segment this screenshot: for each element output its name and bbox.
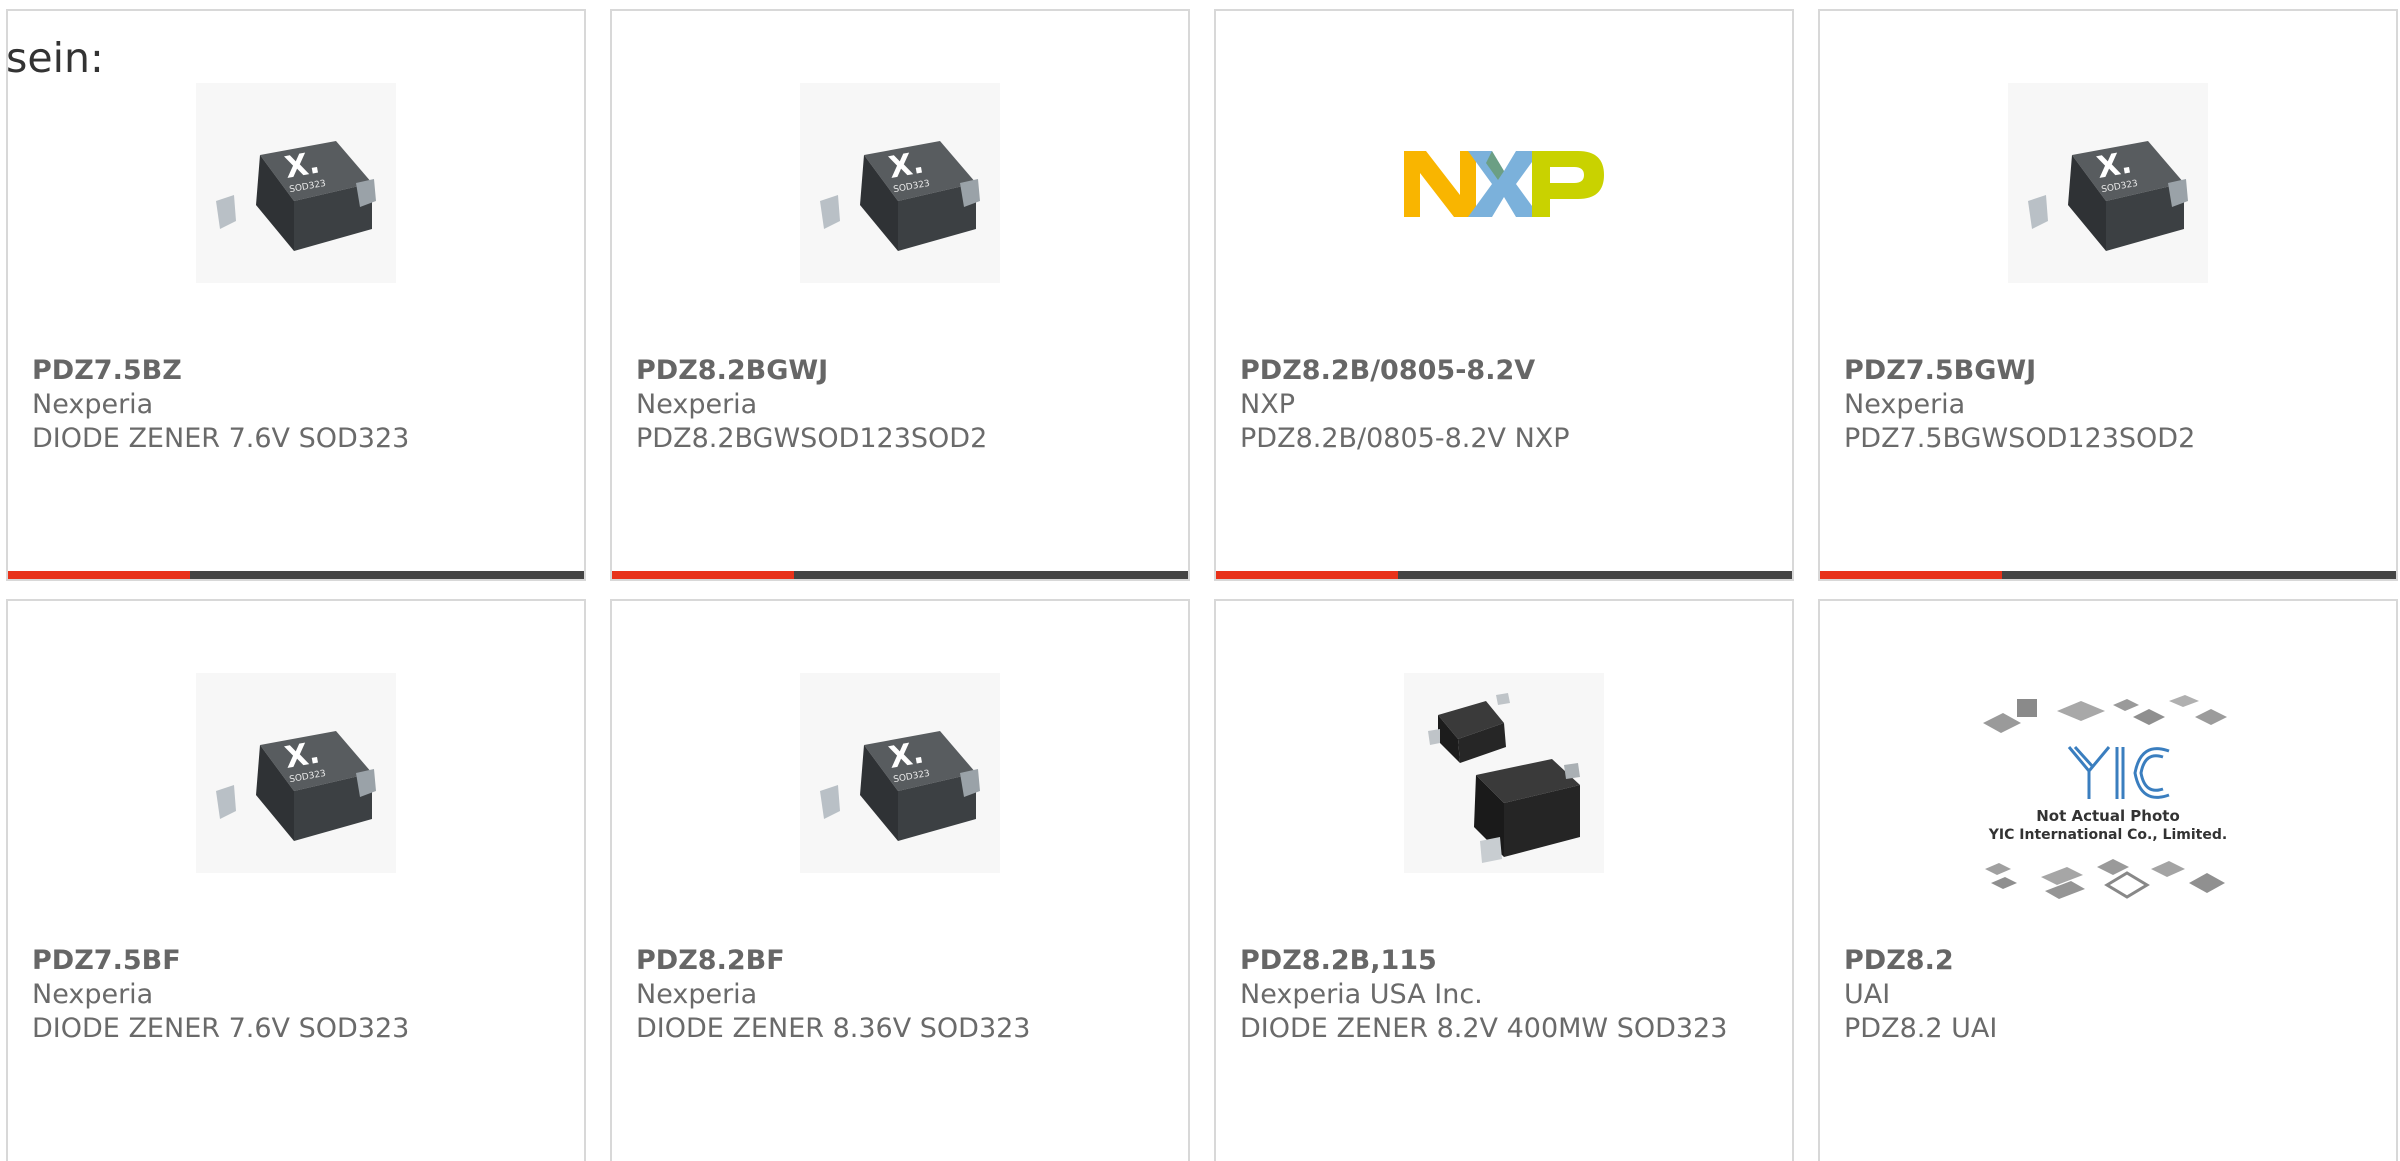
nexperia-sod323-package-icon: X. SOD323 [2008,83,2208,283]
card-bottom-bar [8,571,584,579]
product-info: PDZ8.2B/0805-8.2V NXP PDZ8.2B/0805-8.2V … [1240,354,1776,456]
product-card[interactable]: X. SOD323 PDZ7.5BGWJ Nexperia PDZ7.5BGWS… [1818,9,2398,581]
sod323-black-diodes-icon [1404,673,1604,873]
description: PDZ7.5BGWSOD123SOD2 [1844,423,2196,454]
product-grid-page: sein: X. SOD323 PDZ7.5BZ Nexperia DIODE … [0,0,2400,1161]
part-number[interactable]: PDZ8.2BGWJ [636,354,1172,388]
card-accent-bar [1820,571,2002,579]
product-card[interactable]: X. SOD323 PDZ7.5BZ Nexperia DIODE ZENER … [6,9,586,581]
manufacturer: NXP [1240,389,1295,420]
product-info: PDZ7.5BF Nexperia DIODE ZENER 7.6V SOD32… [32,944,568,1046]
part-number[interactable]: PDZ8.2B/0805-8.2V [1240,354,1776,388]
nexperia-sod323-package-icon: X. SOD323 [196,83,396,283]
description: PDZ8.2B/0805-8.2V NXP [1240,423,1570,454]
product-info: PDZ7.5BZ Nexperia DIODE ZENER 7.6V SOD32… [32,354,568,456]
description: PDZ8.2 UAI [1844,1013,1998,1044]
product-card[interactable]: X. SOD323 PDZ7.5BF Nexperia DIODE ZENER … [6,599,586,1161]
product-card[interactable]: X. SOD323 PDZ8.2BF Nexperia DIODE ZENER … [610,599,1190,1161]
product-info: PDZ7.5BGWJ Nexperia PDZ7.5BGWSOD123SOD2 [1844,354,2380,456]
manufacturer: Nexperia [1844,389,1966,420]
card-accent-bar [612,571,794,579]
description: DIODE ZENER 7.6V SOD323 [32,1013,410,1044]
manufacturer: UAI [1844,979,1891,1010]
product-card[interactable]: X. SOD323 PDZ8.2BGWJ Nexperia PDZ8.2BGWS… [610,9,1190,581]
description: PDZ8.2BGWSOD123SOD2 [636,423,988,454]
product-info: PDZ8.2BF Nexperia DIODE ZENER 8.36V SOD3… [636,944,1172,1046]
svg-text:YIC International Co., Limited: YIC International Co., Limited. [1988,827,2227,843]
product-info: PDZ8.2BGWJ Nexperia PDZ8.2BGWSOD123SOD2 [636,354,1172,456]
product-info: PDZ8.2B,115 Nexperia USA Inc. DIODE ZENE… [1240,944,1776,1046]
part-number[interactable]: PDZ7.5BGWJ [1844,354,2380,388]
card-bottom-bar [612,571,1188,579]
description: DIODE ZENER 7.6V SOD323 [32,423,410,454]
description: DIODE ZENER 8.36V SOD323 [636,1013,1031,1044]
product-card[interactable]: PDZ8.2B,115 Nexperia USA Inc. DIODE ZENE… [1214,599,1794,1161]
card-accent-bar [1216,571,1398,579]
manufacturer: Nexperia [636,389,758,420]
nexperia-sod323-package-icon: X. SOD323 [800,83,1000,283]
manufacturer: Nexperia [32,389,154,420]
manufacturer: Nexperia [636,979,758,1010]
yic-placeholder-icon: Not Actual Photo YIC International Co., … [1973,687,2243,917]
part-number[interactable]: PDZ8.2 [1844,944,2380,978]
product-info: PDZ8.2 UAI PDZ8.2 UAI [1844,944,2380,1046]
intro-text: sein: [6,34,104,82]
card-bottom-bar [1820,571,2396,579]
product-card[interactable]: PDZ8.2B/0805-8.2V NXP PDZ8.2B/0805-8.2V … [1214,9,1794,581]
nexperia-sod323-package-icon: X. SOD323 [196,673,396,873]
product-card[interactable]: Not Actual Photo YIC International Co., … [1818,599,2398,1161]
card-accent-bar [8,571,190,579]
part-number[interactable]: PDZ8.2B,115 [1240,944,1776,978]
description: DIODE ZENER 8.2V 400MW SOD323 [1240,1013,1728,1044]
card-bottom-bar [1216,571,1792,579]
part-number[interactable]: PDZ7.5BZ [32,354,568,388]
manufacturer: Nexperia USA Inc. [1240,979,1483,1010]
svg-text:Not Actual Photo: Not Actual Photo [2036,807,2180,825]
nxp-logo-icon [1404,83,1604,283]
part-number[interactable]: PDZ8.2BF [636,944,1172,978]
part-number[interactable]: PDZ7.5BF [32,944,568,978]
nexperia-sod323-package-icon: X. SOD323 [800,673,1000,873]
manufacturer: Nexperia [32,979,154,1010]
